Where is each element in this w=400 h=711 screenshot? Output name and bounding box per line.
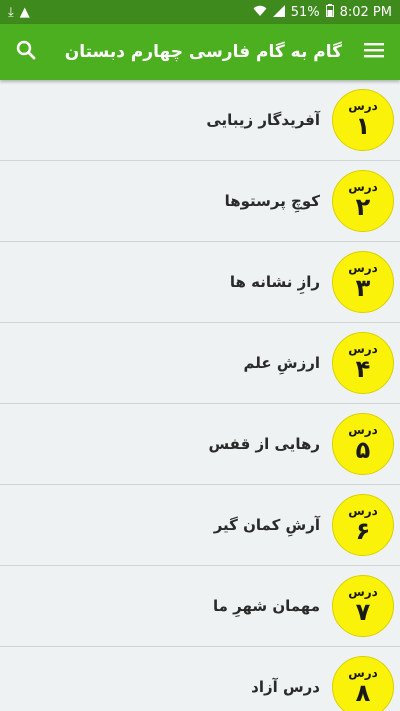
badge-number: ۵: [355, 436, 371, 465]
search-icon: [16, 40, 36, 64]
lesson-badge: درس ۷: [332, 575, 394, 637]
lesson-badge: درس ۳: [332, 251, 394, 313]
status-bar-right: 51% 8:02 PM: [253, 4, 392, 20]
lesson-title: آفریدگار زیبایی: [206, 111, 320, 129]
search-button[interactable]: [12, 38, 40, 66]
lesson-badge: درس ۵: [332, 413, 394, 475]
badge-number: ۲: [355, 193, 371, 222]
badge-number: ۶: [355, 517, 371, 546]
lesson-title: رازِ نشانه ها: [229, 273, 320, 291]
lesson-title: کوچِ پرستوها: [224, 192, 320, 210]
lesson-title: مهمان شهرِ ما: [212, 597, 320, 615]
lesson-title: آرشِ کمان گیر: [213, 516, 320, 534]
lesson-list: آفریدگار زیبایی درس ۱ کوچِ پرستوها درس ۲…: [0, 80, 400, 711]
signal-icon: [272, 4, 285, 20]
app-bar: گام به گام فارسی چهارم دبستان: [0, 24, 400, 80]
app-title: گام به گام فارسی چهارم دبستان: [64, 42, 342, 62]
status-bar-left: ⤓ ▲: [8, 6, 30, 19]
status-bar: ⤓ ▲ 51% 8:02 PM: [0, 0, 400, 24]
download-icon: ⤓: [8, 4, 14, 20]
lesson-badge: درس ۴: [332, 332, 394, 394]
lesson-row-1[interactable]: آفریدگار زیبایی درس ۱: [0, 80, 400, 161]
warning-icon: ▲: [19, 4, 30, 20]
lesson-row-2[interactable]: کوچِ پرستوها درس ۲: [0, 161, 400, 242]
lesson-badge: درس ۱: [332, 89, 394, 151]
lesson-row-3[interactable]: رازِ نشانه ها درس ۳: [0, 242, 400, 323]
menu-button[interactable]: [360, 38, 388, 66]
lesson-row-4[interactable]: ارزشِ علم درس ۴: [0, 323, 400, 404]
hamburger-menu-icon: [364, 42, 384, 62]
lesson-badge: درس ۲: [332, 170, 394, 232]
lesson-badge: درس ۸: [332, 656, 394, 711]
badge-number: ۸: [355, 679, 371, 708]
clock: 8:02 PM: [339, 4, 392, 20]
battery-icon: [325, 4, 334, 20]
badge-number: ۳: [355, 274, 371, 303]
lesson-title: رهایی از قفس: [208, 435, 320, 453]
lesson-row-8[interactable]: درس آزاد درس ۸: [0, 647, 400, 711]
lesson-title: ارزشِ علم: [243, 354, 320, 372]
lesson-row-6[interactable]: آرشِ کمان گیر درس ۶: [0, 485, 400, 566]
battery-percent: 51%: [290, 4, 320, 20]
lesson-title: درس آزاد: [251, 678, 320, 696]
lesson-row-5[interactable]: رهایی از قفس درس ۵: [0, 404, 400, 485]
badge-number: ۱: [355, 112, 371, 141]
lesson-badge: درس ۶: [332, 494, 394, 556]
wifi-icon: [253, 5, 267, 20]
badge-number: ۷: [355, 598, 371, 627]
lesson-row-7[interactable]: مهمان شهرِ ما درس ۷: [0, 566, 400, 647]
badge-number: ۴: [355, 355, 371, 384]
